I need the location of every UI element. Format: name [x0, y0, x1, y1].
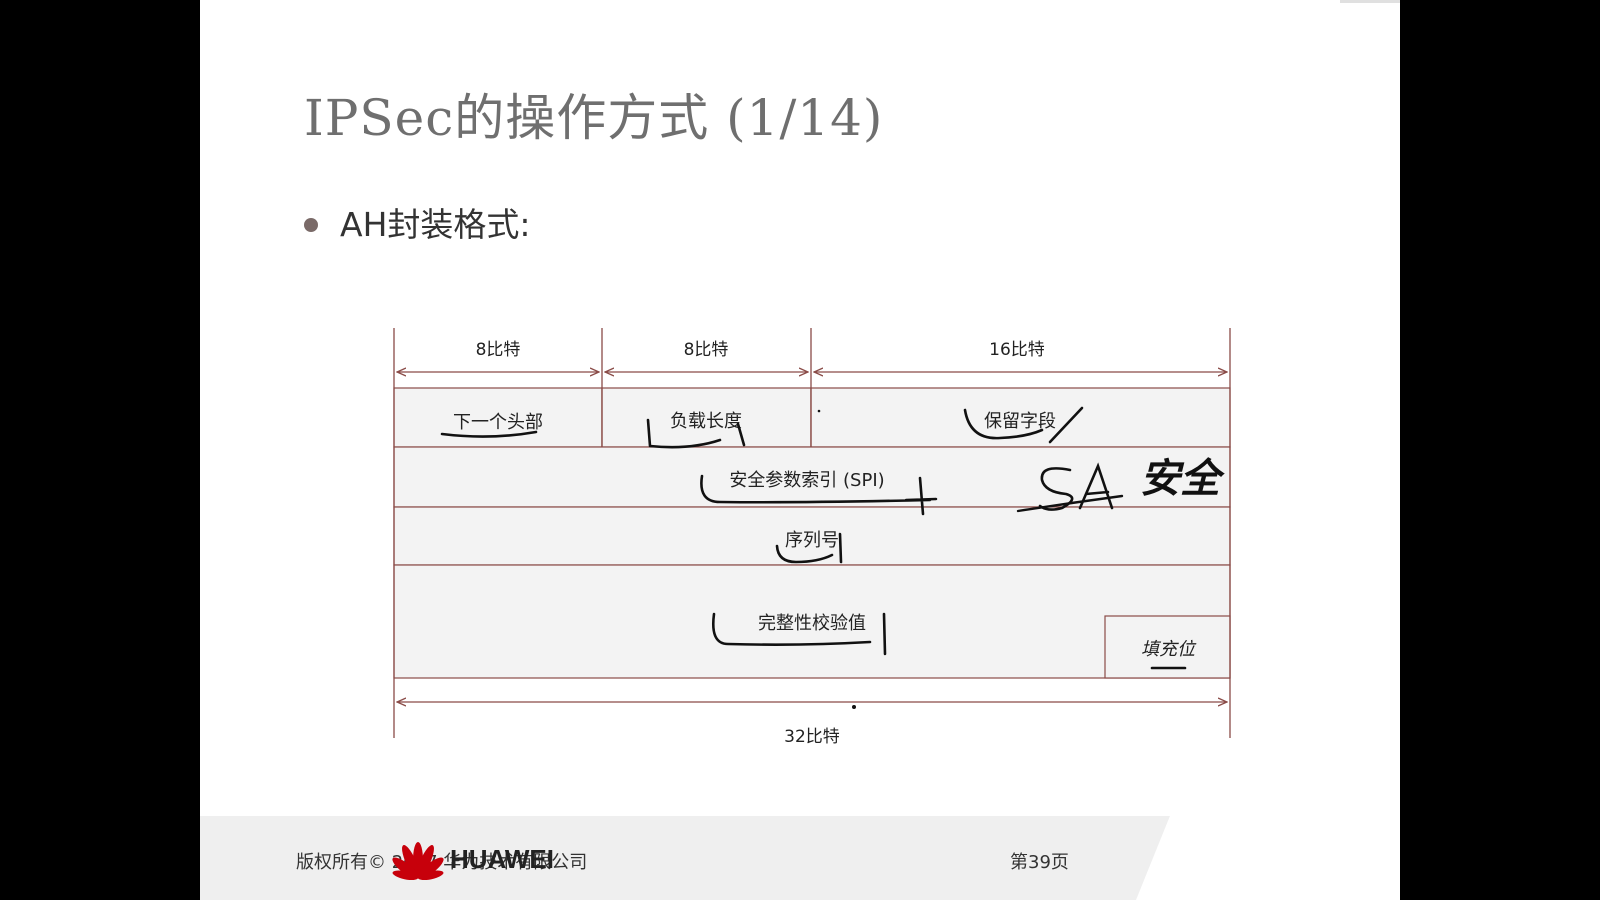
ink-dot: [817, 409, 821, 413]
ink-dot: [852, 705, 856, 709]
label-payload-length: 负载长度: [670, 411, 742, 432]
label-sequence-number: 序列号: [785, 530, 839, 551]
label-padding: 填充位: [1141, 639, 1197, 660]
handwritten-anquan-text: 安全: [1140, 456, 1225, 502]
slide-footer: 版权所有© 2017 华为技术有限公司 第39页 HUAWEI: [200, 816, 1400, 900]
width-label-reserved: 16比特: [989, 340, 1045, 360]
huawei-logo-icon: [392, 842, 444, 880]
huawei-logo-text: HUAWEI: [450, 844, 554, 874]
total-width-label: 32比特: [784, 727, 840, 747]
label-next-header: 下一个头部: [453, 412, 543, 433]
footer-page-number: 第39页: [1010, 852, 1069, 873]
label-reserved: 保留字段: [984, 411, 1056, 432]
width-label-next-header: 8比特: [476, 340, 521, 360]
footer-logo-area: [1192, 816, 1400, 900]
ah-format-diagram: 8比特 8比特 16比特 32比特 下一个头部 负载长度 保留字段 安全参数索引…: [393, 328, 1231, 747]
label-icv: 完整性校验值: [758, 613, 866, 634]
width-label-payload-length: 8比特: [684, 340, 729, 360]
slide: IPSec的操作方式 (1/14) AH封装格式: 8比特 8比特 16比特 3…: [200, 0, 1400, 900]
label-spi: 安全参数索引 (SPI): [729, 470, 884, 491]
